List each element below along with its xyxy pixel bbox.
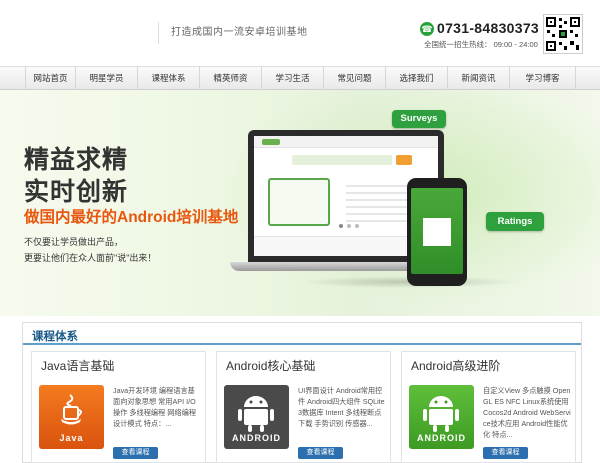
nav-item-teachers[interactable]: 精英师资	[200, 66, 262, 90]
course-card-title[interactable]: Java语言基础	[41, 357, 114, 374]
smartphone-illustration	[407, 178, 467, 286]
carousel-dots[interactable]	[336, 223, 366, 229]
nav-item-blog[interactable]: 学习博客	[510, 66, 576, 90]
course-card-desc: 自定义View 多点触摸 Open GL ES NFC Linux系统使用 Co…	[483, 386, 571, 439]
nav-item-home[interactable]: 网站首页	[25, 66, 76, 90]
banner-headline-3: 做国内最好的Android培训基地	[24, 209, 239, 226]
course-card-android-advanced[interactable]: Android高级进阶 ANDROID 自定义View 多点触摸 Open GL…	[401, 351, 576, 463]
course-card-desc: UI界面设计 Android常用控件 Android四大组件 SQLite3数据…	[298, 386, 385, 428]
course-card-title[interactable]: Android高级进阶	[411, 357, 500, 374]
android-robot-icon[interactable]: ANDROID	[409, 385, 474, 449]
nav-item-student-life[interactable]: 学习生活	[262, 66, 324, 90]
hero-banner[interactable]: 精益求精 实时创新 做国内最好的Android培训基地 不仅要让学员做出产品， …	[0, 90, 600, 316]
surveys-tag: Surveys	[392, 110, 446, 128]
android-logo-label: ANDROID	[417, 433, 466, 443]
site-slogan: 打造成国内一流安卓培训基地	[158, 22, 308, 44]
nav-item-faq[interactable]: 常见问题	[324, 66, 386, 90]
phone-qr-icon	[423, 218, 451, 246]
view-course-button[interactable]: 查看课程	[113, 447, 158, 459]
view-course-button[interactable]: 查看课程	[483, 447, 528, 459]
qr-code-icon	[543, 14, 583, 54]
nav-item-news[interactable]: 新闻资讯	[448, 66, 510, 90]
site-header: 打造成国内一流安卓培训基地 ☎ 0731-84830373 全国统一招生热线： …	[0, 0, 600, 66]
view-course-button[interactable]: 查看课程	[298, 447, 343, 459]
java-logo-label: Java	[59, 433, 84, 443]
course-card-desc: Java开发环境 编程语言基 面向对象思想 常用API I/O 操作 多线程编程…	[113, 386, 197, 428]
course-section-header: 课程体系	[23, 323, 581, 345]
banner-subtext-2: 更要让他们在众人面前"说"出来！	[24, 253, 157, 263]
nav-item-courses[interactable]: 课程体系	[138, 66, 200, 90]
banner-headline-1: 精益求精	[24, 146, 129, 174]
java-logo-icon[interactable]: Java	[39, 385, 104, 449]
android-robot-icon[interactable]: ANDROID	[224, 385, 289, 449]
monitor-icon	[268, 178, 330, 226]
banner-headline-2: 实时创新	[24, 178, 129, 206]
course-card-title[interactable]: Android核心基础	[226, 357, 315, 374]
banner-subtext-1: 不仅要让学员做出产品，	[24, 237, 124, 247]
course-card-java[interactable]: Java语言基础 Java Java开发环境 编程语言基 面向对象思想 常用AP…	[31, 351, 206, 463]
phone-number: 0731-84830373	[437, 20, 539, 36]
phone-icon: ☎	[420, 22, 434, 36]
ratings-tag: Ratings	[486, 212, 544, 231]
course-section-title: 课程体系	[32, 331, 78, 343]
course-section: 课程体系 Java语言基础 Java Java开发环境 编程语言基 面向对象思想…	[22, 322, 582, 463]
hotline-hours: 全国统一招生热线： 09:00 - 24:00	[424, 40, 538, 49]
nav-item-why-us[interactable]: 选择我们	[386, 66, 448, 90]
nav-item-star-students[interactable]: 明星学员	[76, 66, 138, 90]
page: { "header": { "slogan": "打造成国内一流安卓培训基地",…	[0, 0, 600, 463]
course-card-android-core[interactable]: Android核心基础 ANDROID UI界面设计 Android常用控件 A…	[216, 351, 391, 463]
smartphone-screen	[411, 188, 463, 274]
android-logo-label: ANDROID	[232, 433, 281, 443]
main-nav: 网站首页 明星学员 课程体系 精英师资 学习生活 常见问题 选择我们 新闻资讯 …	[0, 66, 600, 90]
